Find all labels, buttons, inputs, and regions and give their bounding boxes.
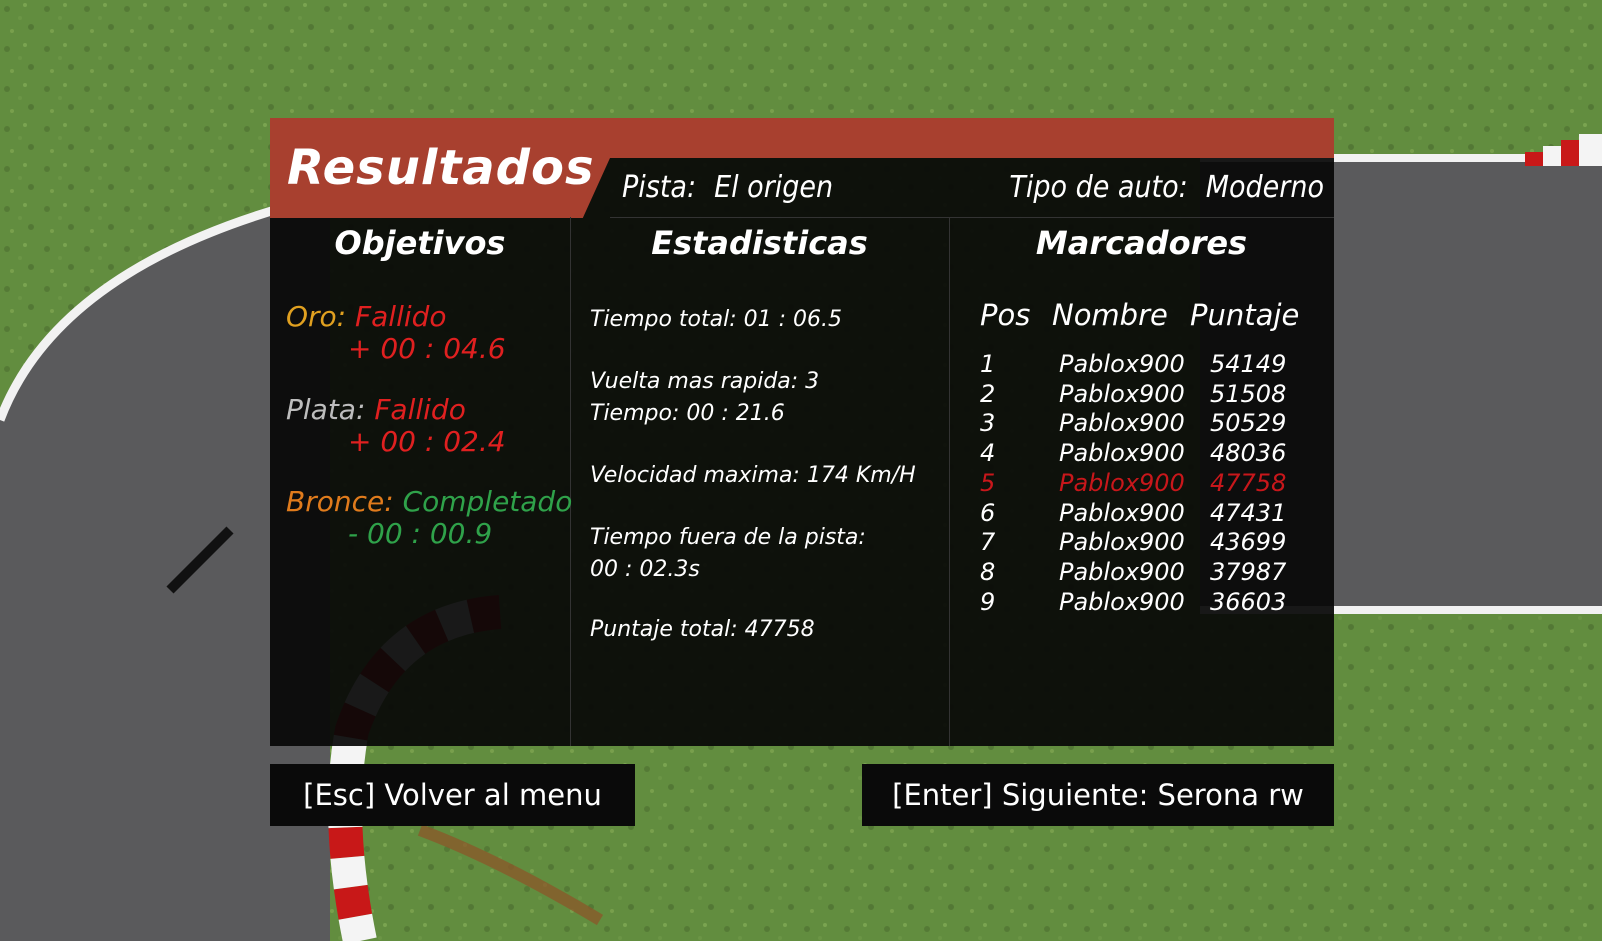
col-name-header: Nombre (1052, 298, 1168, 332)
row-pos: 9 (980, 587, 996, 616)
objective-medal: Plata: (286, 393, 366, 426)
objectives-heading: Objetivos (334, 224, 506, 262)
stat-offtrack-label: Tiempo fuera de la pista: (590, 525, 866, 550)
header-divider (610, 217, 1334, 218)
table-row: 2 Pablox900 51508 (980, 380, 1300, 409)
row-score: 47758 (1210, 468, 1287, 497)
row-score: 47431 (1210, 498, 1287, 527)
track-value: El origen (714, 170, 834, 205)
row-score: 54149 (1210, 350, 1287, 378)
objective-medal: Oro: (286, 300, 347, 333)
track-info: Pista: El origen (622, 170, 833, 205)
stat-max-speed: Velocidad maxima: 174 Km/H (590, 463, 916, 488)
row-score: 48036 (1210, 439, 1287, 468)
table-row: 3 Pablox900 50529 (980, 409, 1300, 438)
column-divider-2 (949, 217, 950, 746)
track-label: Pista: (622, 170, 697, 205)
col-pos-header: Pos (980, 298, 1031, 332)
stat-fastest-lap: Vuelta mas rapida: 3 (590, 369, 820, 394)
row-pos: 8 (980, 557, 996, 586)
row-name: Pablox900 (1059, 439, 1185, 468)
objective-delta: + 00 : 04.6 (348, 332, 506, 365)
results-title: Resultados (287, 140, 595, 196)
row-pos: 7 (980, 528, 996, 557)
row-name: Pablox900 (1059, 409, 1185, 438)
stats-heading: Estadisticas (651, 224, 868, 262)
row-pos: 2 (980, 379, 996, 408)
column-divider-1 (570, 217, 571, 746)
objective-delta: + 00 : 02.4 (348, 425, 506, 458)
table-row: 6 Pablox900 47431 (980, 499, 1300, 528)
stat-offtrack-value: 00 : 02.3s (590, 557, 700, 582)
table-row: 8 Pablox900 37987 (980, 558, 1300, 587)
car-type-value: Moderno (1205, 170, 1324, 205)
row-score: 36603 (1210, 587, 1287, 616)
objective-medal: Bronce: (286, 485, 394, 518)
row-pos: 1 (980, 350, 996, 378)
row-name: Pablox900 (1059, 528, 1185, 557)
row-pos: 5 (980, 468, 996, 497)
table-row: 4 Pablox900 48036 (980, 439, 1300, 468)
table-row: 9 Pablox900 36603 (980, 588, 1300, 617)
row-name: Pablox900 (1059, 468, 1185, 497)
col-score-header: Puntaje (1190, 298, 1300, 332)
row-pos: 6 (980, 498, 996, 527)
table-row: 1 Pablox900 54149 (980, 350, 1300, 379)
next-track-button[interactable]: [Enter] Siguiente: Serona rw (862, 764, 1334, 826)
row-name: Pablox900 (1059, 498, 1185, 527)
row-name: Pablox900 (1059, 350, 1185, 378)
row-score: 43699 (1210, 528, 1287, 557)
row-score: 51508 (1210, 379, 1287, 408)
table-row: 7 Pablox900 43699 (980, 528, 1300, 557)
objective-status: Fallido (355, 300, 447, 333)
stat-total-score: Puntaje total: 47758 (590, 617, 815, 642)
objective-status: Fallido (374, 393, 466, 426)
row-pos: 4 (980, 439, 996, 468)
car-type-label: Tipo de auto: (1009, 170, 1188, 205)
row-score: 50529 (1210, 409, 1287, 438)
table-row: 5 Pablox900 47758 (980, 469, 1300, 498)
car-type-info: Tipo de auto: Moderno (1009, 170, 1324, 205)
row-score: 37987 (1210, 557, 1287, 586)
row-pos: 3 (980, 409, 996, 438)
stat-fastest-lap-time: Tiempo: 00 : 21.6 (590, 401, 785, 426)
scoreboard-heading: Marcadores (1035, 224, 1248, 262)
objective-delta: - 00 : 00.9 (348, 517, 493, 550)
row-name: Pablox900 (1059, 379, 1185, 408)
row-name: Pablox900 (1059, 587, 1185, 616)
objective-status: Completado (402, 485, 573, 518)
back-to-menu-button[interactable]: [Esc] Volver al menu (270, 764, 635, 826)
row-name: Pablox900 (1059, 557, 1185, 586)
stat-total-time: Tiempo total: 01 : 06.5 (590, 307, 843, 332)
